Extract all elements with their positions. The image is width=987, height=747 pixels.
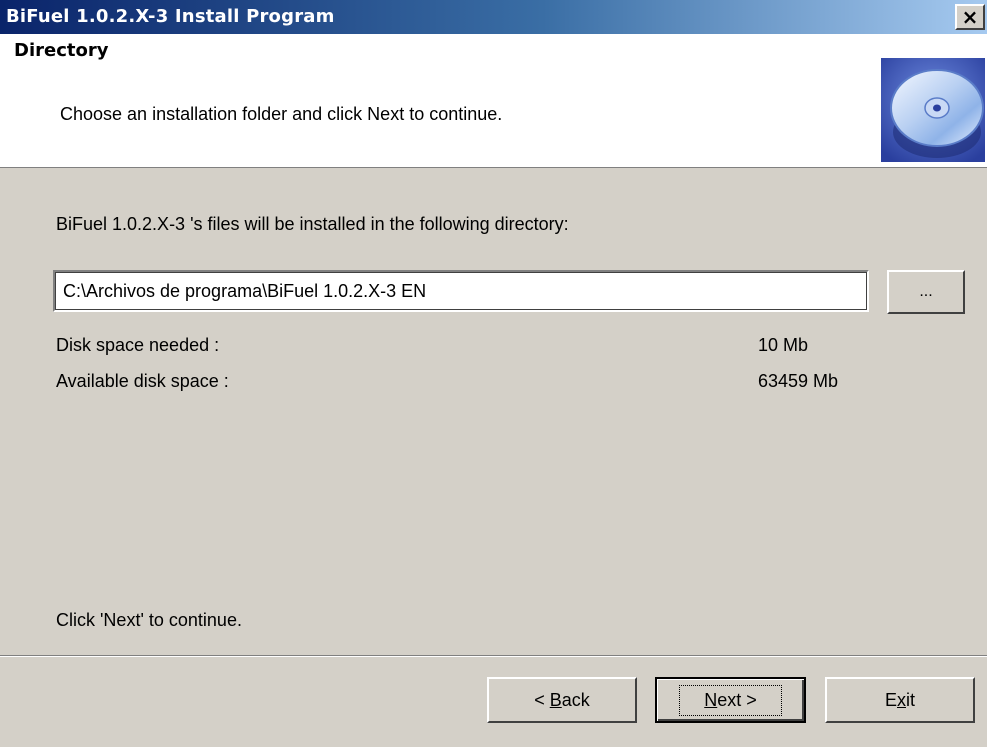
next-button[interactable]: Next > xyxy=(655,677,806,723)
close-icon: × xyxy=(961,5,979,29)
header-panel xyxy=(0,34,987,168)
disk-needed-value: 10 Mb xyxy=(758,335,809,355)
exit-button[interactable]: Exit xyxy=(825,677,975,723)
disk-available-value: 63459 Mb xyxy=(758,371,839,391)
disk-available-label: Available disk space : xyxy=(56,371,229,391)
cd-disc-icon xyxy=(881,58,985,162)
exit-button-label: Exit xyxy=(884,689,915,710)
installer-window: BiFuel 1.0.2.X-3 Install Program × Direc… xyxy=(0,0,987,747)
title-bar[interactable]: BiFuel 1.0.2.X-3 Install Program × xyxy=(0,0,987,34)
window-title: BiFuel 1.0.2.X-3 Install Program xyxy=(6,6,335,27)
back-button-label: < Back xyxy=(534,689,590,710)
continue-hint: Click 'Next' to continue. xyxy=(56,610,242,630)
close-button[interactable]: × xyxy=(955,4,985,30)
page-title: Directory xyxy=(14,40,109,61)
disk-needed-label: Disk space needed : xyxy=(56,335,220,355)
header-divider xyxy=(0,166,987,167)
page-subtitle: Choose an installation folder and click … xyxy=(60,104,503,124)
install-directory-prompt: BiFuel 1.0.2.X-3 's files will be instal… xyxy=(56,214,569,234)
back-button[interactable]: < Back xyxy=(487,677,637,723)
browse-button[interactable]: ... xyxy=(887,270,965,314)
footer-divider-highlight xyxy=(0,656,987,657)
install-path-input[interactable] xyxy=(53,270,869,312)
next-button-label: Next > xyxy=(679,684,782,716)
